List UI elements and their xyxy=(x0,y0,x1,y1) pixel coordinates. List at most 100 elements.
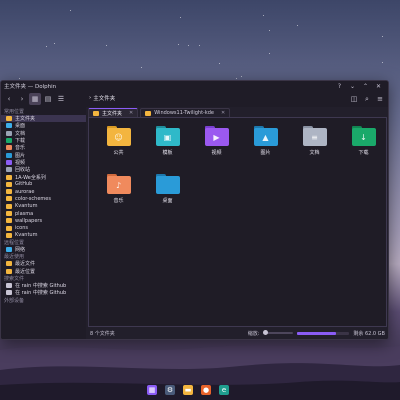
sidebar-item[interactable]: Kvantum xyxy=(1,203,86,210)
status-bar: 8 个文件夹 缩放: 剩余 62.0 GB xyxy=(87,327,388,339)
sidebar-item-label: aurorae xyxy=(15,188,35,195)
folder-icon xyxy=(145,110,152,116)
sidebar-item[interactable]: GitHub xyxy=(1,181,86,188)
icons-view-icon[interactable]: ▦ xyxy=(29,93,41,105)
sidebar-item-label: 主文件夹 xyxy=(15,116,36,123)
star xyxy=(382,35,384,37)
close-button[interactable]: ✕ xyxy=(372,83,385,90)
file-item[interactable]: ↓ 下载 xyxy=(339,126,388,170)
tab-home[interactable]: 主文件夹 ✕ xyxy=(88,108,139,117)
sidebar-item-label: 最近位置 xyxy=(15,268,36,275)
file-item[interactable]: ▲ 图片 xyxy=(241,126,290,170)
recent-files-icon xyxy=(6,261,12,267)
taskbar: ▦ ⚙ ▬ ● e xyxy=(140,383,236,397)
tab-label: Windows11-Twilight-kde xyxy=(154,110,214,116)
folder-icon xyxy=(6,211,12,216)
chevron-right-icon: › xyxy=(89,94,92,101)
documents-icon xyxy=(6,130,12,136)
split-view-icon[interactable]: ◫ xyxy=(348,93,360,105)
star xyxy=(46,46,48,48)
file-item[interactable]: ▣ 模板 xyxy=(143,126,192,170)
network-icon xyxy=(6,247,12,253)
file-item[interactable]: ▶ 视频 xyxy=(192,126,241,170)
start-icon[interactable]: ▦ xyxy=(147,385,157,395)
file-item[interactable]: 桌面 xyxy=(143,174,192,218)
zoom-slider[interactable] xyxy=(263,330,294,335)
sidebar-item[interactable]: 网络 xyxy=(1,246,86,253)
sidebar-item[interactable]: Kvantum xyxy=(1,232,86,239)
sidebar-item[interactable]: 主文件夹 xyxy=(1,115,86,123)
devices-header: 外部设备 xyxy=(4,297,25,304)
tab-bar: 主文件夹 ✕ Windows11-Twilight-kde ✕ xyxy=(87,107,388,117)
sidebar-item[interactable]: 在 rain 中搜索 Github xyxy=(1,289,86,296)
titlebar[interactable]: 主文件夹 — Dolphin ? ⌄ ⌃ ✕ xyxy=(1,81,388,91)
file-item[interactable]: ☺ 公共 xyxy=(94,126,143,170)
close-icon[interactable]: ✕ xyxy=(221,110,225,116)
folder-icon xyxy=(93,110,99,116)
sidebar-item-label: 视频 xyxy=(15,159,26,166)
sidebar-item[interactable]: aurorae xyxy=(1,188,86,195)
sidebar-item[interactable]: 在 rain 中搜索 Github xyxy=(1,282,86,289)
recent-locations-icon xyxy=(6,268,12,274)
sidebar-item[interactable]: 图片 xyxy=(1,151,86,159)
sidebar-item-label: 文档 xyxy=(15,130,26,137)
sidebar-item-label: 在 rain 中搜索 Github xyxy=(15,290,67,297)
sidebar-item[interactable]: plasma xyxy=(1,210,86,217)
firefox-icon[interactable]: ● xyxy=(201,385,211,395)
file-manager-icon[interactable]: ▬ xyxy=(183,385,193,395)
sidebar-item[interactable]: 下载 xyxy=(1,137,86,144)
file-label: 桌面 xyxy=(162,198,173,204)
menu-icon[interactable]: ≡ xyxy=(374,93,386,105)
sidebar-item-label: 音乐 xyxy=(15,145,26,152)
sidebar-item[interactable]: icons xyxy=(1,224,86,231)
main-view: 主文件夹 ✕ Windows11-Twilight-kde ✕ ☺ 公共 ▣ 模板 ▶ 视… xyxy=(87,107,388,339)
breadcrumb[interactable]: › 主文件夹 xyxy=(89,93,115,102)
file-item[interactable]: ≡ 文档 xyxy=(290,126,339,170)
sidebar-item[interactable]: 视频 xyxy=(1,159,86,166)
edge-icon[interactable]: e xyxy=(219,385,229,395)
sidebar-item[interactable]: color-schemes xyxy=(1,195,86,202)
back-icon[interactable]: ‹ xyxy=(3,93,15,105)
star xyxy=(297,25,299,27)
minimize-button[interactable]: ⌄ xyxy=(346,83,359,90)
downloads-icon xyxy=(6,138,12,144)
details-view-icon[interactable]: ☰ xyxy=(55,93,67,105)
close-icon[interactable]: ✕ xyxy=(129,110,133,116)
sidebar-item-label: Kvantum xyxy=(15,232,38,239)
file-view[interactable]: ☺ 公共 ▣ 模板 ▶ 视频 ▲ 图片 ≡ 文档 ↓ 下载 ♪ 音乐 桌面 xyxy=(88,117,387,327)
zoom-slider-handle[interactable] xyxy=(263,330,269,335)
star xyxy=(105,44,107,46)
search-header: 搜索文件 xyxy=(4,275,25,282)
sidebar-item[interactable]: 最近文件 xyxy=(1,260,86,267)
sidebar-item[interactable]: 最近位置 xyxy=(1,268,86,275)
forward-icon[interactable]: › xyxy=(16,93,28,105)
search-icon xyxy=(6,290,12,296)
star xyxy=(180,17,182,19)
sidebar-item-label: icons xyxy=(15,225,28,232)
maximize-button[interactable]: ⌃ xyxy=(359,83,372,90)
star xyxy=(268,53,270,55)
settings-icon[interactable]: ⚙ xyxy=(165,385,175,395)
sidebar-item-label: 1A-We全系列 xyxy=(15,174,46,181)
file-label: 视频 xyxy=(211,150,222,156)
used-space-fill xyxy=(297,331,337,335)
file-item[interactable]: ♪ 音乐 xyxy=(94,174,143,218)
compact-view-icon[interactable]: ▤ xyxy=(42,93,54,105)
help-button[interactable]: ? xyxy=(333,83,346,90)
sidebar-item[interactable]: wallpapers xyxy=(1,217,86,224)
file-label: 下载 xyxy=(358,150,369,156)
star xyxy=(241,76,243,78)
places-header: 常用位置 xyxy=(4,109,25,115)
file-label: 文档 xyxy=(309,150,320,156)
item-count: 8 个文件夹 xyxy=(90,330,115,337)
sidebar-item[interactable]: 1A-We全系列 xyxy=(1,173,86,181)
search-icon[interactable]: ⌕ xyxy=(361,93,373,105)
tab-windows11-twilight[interactable]: Windows11-Twilight-kde ✕ xyxy=(140,108,231,117)
sidebar-item-label: 下载 xyxy=(15,138,26,145)
file-label: 模板 xyxy=(162,150,173,156)
sidebar-item[interactable]: 回收站 xyxy=(1,166,86,173)
sidebar-item[interactable]: 文档 xyxy=(1,130,86,137)
sidebar-item[interactable]: 音乐 xyxy=(1,144,86,151)
sidebar-item[interactable]: 桌面 xyxy=(1,122,86,129)
folder-icon xyxy=(6,189,12,195)
